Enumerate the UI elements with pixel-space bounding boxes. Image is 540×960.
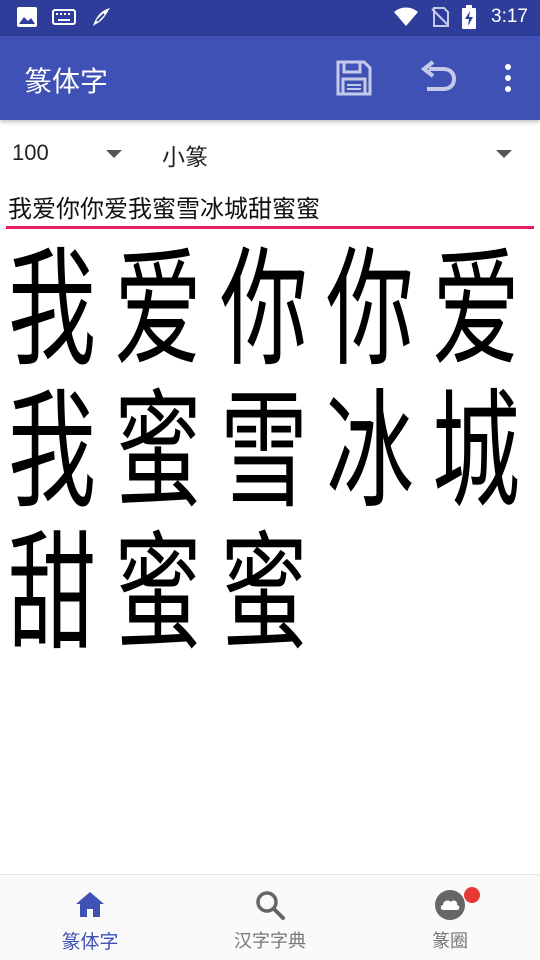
seal-glyph: 蜜 bbox=[219, 518, 308, 668]
undo-icon bbox=[420, 60, 457, 91]
nav-label: 篆体字 bbox=[61, 931, 119, 953]
size-select-value: 100 bbox=[12, 140, 49, 165]
glyph-cell: 爱 bbox=[106, 240, 210, 380]
cloud-icon bbox=[435, 890, 465, 920]
text-input-wrap bbox=[6, 186, 534, 230]
status-bar: 3:17 bbox=[0, 0, 540, 36]
nav-item-circle[interactable]: 篆圈 bbox=[360, 875, 540, 960]
glyph-cell: 城 bbox=[424, 382, 528, 522]
status-time: 3:17 bbox=[491, 6, 528, 27]
input-underline bbox=[6, 226, 534, 229]
nav-label: 汉字字典 bbox=[234, 931, 306, 952]
nav-label: 篆圈 bbox=[432, 931, 468, 952]
seal-glyph: 爱 bbox=[431, 234, 520, 384]
battery-charging-icon bbox=[462, 5, 477, 29]
app-title: 篆体字 bbox=[24, 65, 109, 98]
glyph-cell: 冰 bbox=[318, 382, 422, 522]
search-icon bbox=[256, 891, 285, 920]
glyph-cell: 蜜 bbox=[106, 382, 210, 522]
text-input[interactable] bbox=[6, 186, 534, 226]
app-bar: 篆体字 bbox=[0, 36, 540, 120]
glyph-cell: 你 bbox=[212, 240, 316, 380]
seal-glyph: 蜜 bbox=[113, 518, 202, 668]
chevron-down-icon bbox=[106, 150, 122, 158]
glyph-cell: 蜜 bbox=[106, 524, 210, 664]
seal-glyph: 我 bbox=[7, 234, 96, 384]
seal-glyph: 冰 bbox=[325, 376, 414, 526]
undo-button[interactable] bbox=[416, 56, 460, 100]
seal-glyph: 你 bbox=[219, 234, 308, 384]
no-sim-icon bbox=[431, 7, 450, 27]
seal-glyph: 甜 bbox=[7, 518, 96, 668]
seal-glyph: 爱 bbox=[113, 234, 202, 384]
seal-glyph: 雪 bbox=[219, 376, 308, 526]
wifi-icon bbox=[394, 7, 419, 26]
notification-badge bbox=[464, 887, 480, 903]
nav-item-dictionary[interactable]: 汉字字典 bbox=[180, 875, 360, 960]
glyph-cell: 甜 bbox=[0, 524, 104, 664]
nav-item-seal-font[interactable]: 篆体字 bbox=[0, 875, 180, 960]
glyph-cell: 雪 bbox=[212, 382, 316, 522]
controls-row: 100 小篆 bbox=[0, 124, 540, 184]
image-icon bbox=[17, 7, 37, 27]
glyph-cell: 我 bbox=[0, 382, 104, 522]
glyph-cell: 你 bbox=[318, 240, 422, 380]
seal-script-grid: 我 爱 你 你 爱 我 蜜 雪 冰 城 甜 蜜 蜜 bbox=[0, 240, 540, 680]
keyboard-icon bbox=[52, 9, 76, 25]
overflow-menu-button[interactable] bbox=[486, 56, 530, 100]
seal-glyph: 你 bbox=[325, 234, 414, 384]
app-bird-icon bbox=[93, 8, 110, 26]
font-style-select-value: 小篆 bbox=[162, 145, 208, 171]
glyph-cell: 爱 bbox=[424, 240, 528, 380]
home-icon bbox=[76, 892, 104, 917]
seal-glyph: 我 bbox=[7, 376, 96, 526]
size-select[interactable]: 100 bbox=[0, 124, 140, 184]
chevron-down-icon bbox=[496, 150, 512, 158]
save-icon bbox=[336, 60, 372, 96]
glyph-cell: 我 bbox=[0, 240, 104, 380]
overflow-menu-icon bbox=[505, 64, 511, 92]
bottom-navigation: 篆体字 汉字字典 篆圈 bbox=[0, 874, 540, 960]
glyph-cell: 蜜 bbox=[212, 524, 316, 664]
font-style-select[interactable]: 小篆 bbox=[150, 124, 530, 184]
seal-glyph: 蜜 bbox=[113, 376, 202, 526]
seal-glyph: 城 bbox=[431, 376, 520, 526]
save-button[interactable] bbox=[332, 56, 376, 100]
